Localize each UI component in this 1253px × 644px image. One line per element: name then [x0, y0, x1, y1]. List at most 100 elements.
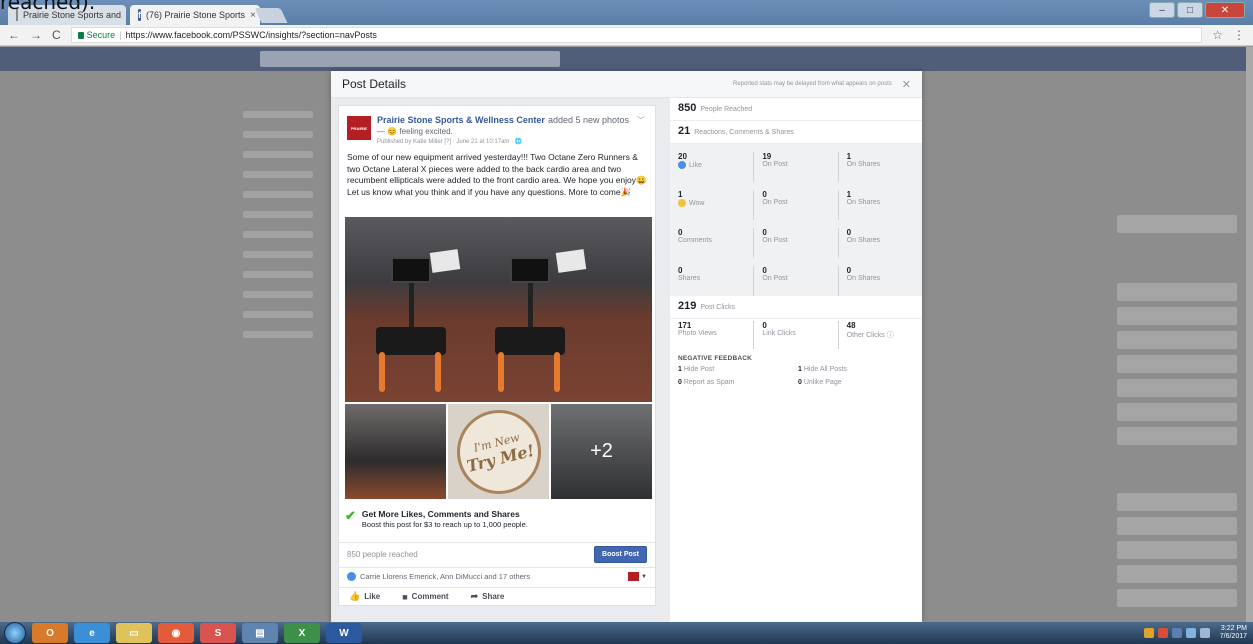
page-name-link[interactable]: Prairie Stone Sports & Wellness Center	[377, 115, 545, 125]
right-rail-item	[1117, 283, 1237, 301]
app-taskbar-icon[interactable]: ▤	[242, 623, 278, 643]
boost-post-button[interactable]: Boost Post	[594, 546, 647, 563]
reactions-row: Carrie Llorens Emerick, Ann DiMucci and …	[339, 567, 655, 585]
sidebar-item	[243, 151, 313, 158]
negative-item: 0 Unlike Page	[798, 379, 842, 386]
outlook-taskbar-icon[interactable]: O	[32, 623, 68, 643]
share-arrow-icon: ➦	[470, 591, 479, 601]
boost-tip: ✔ Get More Likes, Comments and Shares Bo…	[345, 508, 652, 537]
forward-icon[interactable]: →	[30, 28, 42, 42]
post-actions: 👍 Like ■ Comment ➦ Share	[339, 587, 655, 605]
elliptical-machine-graphic	[371, 257, 451, 392]
comments-row: 0 Comments 0 On Post 0 On Shares	[670, 220, 922, 258]
post-details-modal: Post Details Reported stats may be delay…	[331, 71, 922, 622]
app-taskbar-icon[interactable]: S	[200, 623, 236, 643]
menu-dots-icon[interactable]: ⋮	[1233, 28, 1245, 42]
address-bar-row: ← → C Secure | https://www.facebook.com/…	[0, 25, 1253, 46]
chevron-down-icon[interactable]: ﹀	[637, 115, 645, 126]
page-mini-avatar	[628, 572, 640, 581]
engagement-breakdown: 20 Like 19 On Post 1 On Shares 1 Wow 0 On Pos…	[670, 144, 922, 296]
comment-button[interactable]: ■ Comment	[402, 592, 448, 602]
sidebar-item	[243, 251, 313, 258]
stat-cell: 20 Like	[678, 152, 702, 169]
close-icon[interactable]: ✕	[902, 78, 911, 91]
post-as-selector[interactable]: ▼	[628, 572, 647, 581]
likes-row: 20 Like 19 On Post 1 On Shares	[670, 144, 922, 182]
stat-cell: 19 On Post	[753, 152, 837, 182]
secure-label: Secure	[86, 30, 116, 40]
like-label: Like	[364, 592, 381, 601]
browser-tab-2[interactable]: f (76) Prairie Stone Sports ×	[130, 5, 260, 25]
thumbnail-photo-3[interactable]: +2	[551, 404, 652, 499]
like-icon	[678, 161, 686, 169]
modal-title: Post Details	[342, 77, 407, 91]
post-clicks-stat: 219 Post Clicks	[670, 296, 922, 319]
stat-cell: 48 Other Clicks ⓘ	[837, 321, 922, 349]
thumbnail-photo-1[interactable]	[345, 404, 446, 499]
like-button[interactable]: 👍 Like	[349, 591, 380, 602]
minimize-icon[interactable]: –	[1149, 2, 1175, 18]
people-reached-text: 850 people reached	[347, 550, 418, 559]
right-rail-item	[1117, 403, 1237, 421]
reactors-text[interactable]: Carrie Llorens Emerick, Ann DiMucci and …	[360, 572, 530, 581]
secure-indicator[interactable]: Secure	[77, 30, 116, 40]
back-icon[interactable]: ←	[8, 28, 20, 42]
bookmark-star-icon[interactable]: ☆	[1212, 28, 1223, 42]
stat-cell: 0 On Post	[753, 190, 837, 220]
feeling-status: — 😊 feeling excited.	[377, 127, 637, 136]
clock-date: 7/6/2017	[1219, 633, 1247, 640]
main-photo[interactable]	[345, 217, 652, 402]
sidebar-item	[243, 191, 313, 198]
comment-label: Comment	[411, 592, 449, 601]
word-taskbar-icon[interactable]: W	[326, 623, 362, 643]
stat-cell: 0 On Shares	[837, 228, 922, 258]
wow-row: 1 Wow 0 On Post 1 On Shares	[670, 182, 922, 220]
page-scrollbar[interactable]	[1246, 47, 1253, 622]
comment-icon: ■	[402, 591, 408, 602]
tray-icon[interactable]	[1171, 628, 1182, 638]
volume-icon[interactable]	[1199, 628, 1210, 638]
start-button[interactable]	[4, 622, 26, 644]
right-rail-item	[1117, 565, 1237, 583]
stat-cell: 1 On Shares	[837, 190, 922, 220]
stats-delay-note: Reported stats may be delayed from what …	[733, 81, 892, 87]
file-explorer-taskbar-icon[interactable]: ▭	[116, 623, 152, 643]
thumbnail-photo-2[interactable]: I'm New Try Me!	[448, 404, 549, 499]
chrome-taskbar-icon[interactable]: ◉	[158, 623, 194, 643]
tray-icon[interactable]	[1157, 628, 1168, 638]
maximize-icon[interactable]: □	[1177, 2, 1203, 18]
boost-tip-subtitle: Boost this post for $3 to reach up to 1,…	[361, 520, 528, 529]
tray-icon[interactable]	[1143, 628, 1154, 638]
network-icon[interactable]	[1185, 628, 1196, 638]
url-input[interactable]: Secure | https://www.facebook.com/PSSWC/…	[70, 27, 1203, 43]
right-rail-item	[1117, 541, 1237, 559]
elliptical-machine-graphic	[490, 257, 570, 392]
negative-feedback-grid: 1 Hide Post 1 Hide All Posts 0 Report as…	[670, 366, 922, 386]
url-separator: |	[119, 30, 122, 40]
stat-number: 850	[678, 102, 697, 114]
like-reaction-icon	[347, 572, 356, 581]
wow-icon	[678, 199, 686, 207]
taskbar-clock[interactable]: 3:22 PM 7/6/2017	[1220, 625, 1247, 641]
reach-row: 850 people reached Boost Post	[339, 542, 655, 566]
stat-cell: 0 Comments	[678, 228, 712, 244]
negative-feedback-title: NEGATIVE FEEDBACK	[678, 355, 753, 362]
system-tray: 3:22 PM 7/6/2017	[1143, 625, 1253, 641]
reload-icon[interactable]: C	[52, 28, 61, 42]
sidebar-item	[243, 331, 313, 338]
stat-label: Post Clicks	[700, 304, 735, 311]
internet-explorer-taskbar-icon[interactable]: e	[74, 623, 110, 643]
stat-cell: 0 On Shares	[837, 266, 922, 296]
share-button[interactable]: ➦ Share	[471, 591, 505, 602]
negative-item: 0 Report as Spam	[678, 379, 735, 386]
url-text: https://www.facebook.com/PSSWC/insights/…	[125, 30, 377, 40]
close-window-icon[interactable]: ✕	[1205, 2, 1245, 18]
browser-tab-strip: Prairie Stone Sports and × f (76) Prairi…	[0, 0, 1253, 25]
page-avatar[interactable]: PRAIRIE	[347, 116, 371, 140]
right-rail-item	[1117, 307, 1237, 325]
right-rail-item	[1117, 493, 1237, 511]
sign-graphic	[429, 249, 461, 273]
stat-cell: 0 Link Clicks	[753, 321, 837, 349]
photo-thumbnails: I'm New Try Me! +2	[345, 404, 652, 499]
excel-taskbar-icon[interactable]: X	[284, 623, 320, 643]
